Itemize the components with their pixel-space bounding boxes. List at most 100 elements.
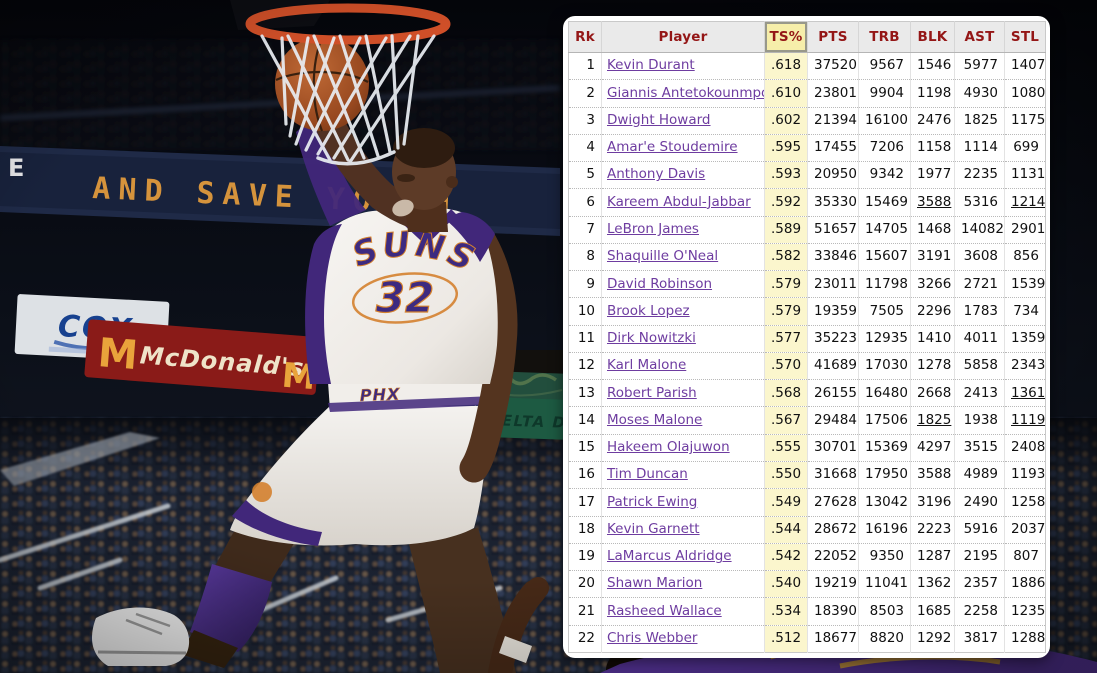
cell-stl: 1193 [1005,461,1046,488]
table-row: 17Patrick Ewing.549276281304231962490125… [569,489,1046,516]
cell-trb: 8503 [859,598,911,625]
player-link[interactable]: Karl Malone [607,357,686,373]
cell-blk: 3266 [911,271,955,298]
cell-stl: 1407 [1005,53,1046,80]
col-header-ts[interactable]: TS% [765,22,808,53]
cell-player: Robert Parish [602,380,765,407]
table-row: 12Karl Malone.5704168917030127858582343 [569,352,1046,379]
player-link[interactable]: Patrick Ewing [607,494,697,510]
cell-blk: 1977 [911,162,955,189]
cell-pts: 17455 [808,134,859,161]
cell-stl: 1119 [1005,407,1046,434]
table-row: 18Kevin Garnett.544286721619622235916203… [569,516,1046,543]
cell-ast: 2413 [955,380,1005,407]
player-link[interactable]: Dirk Nowitzki [607,330,696,346]
cell-ts: .567 [765,407,808,434]
cell-ts: .592 [765,189,808,216]
cell-ts: .568 [765,380,808,407]
cell-player: Rasheed Wallace [602,598,765,625]
cell-rk: 7 [569,216,602,243]
stats-table-body: 1Kevin Durant.6183752095671546597714072G… [569,53,1046,653]
cell-blk: 2668 [911,380,955,407]
cell-blk: 3196 [911,489,955,516]
cell-rk: 12 [569,352,602,379]
player-link[interactable]: Hakeem Olajuwon [607,439,730,455]
cell-pts: 19219 [808,571,859,598]
cell-rk: 1 [569,53,602,80]
player-link[interactable]: Moses Malone [607,412,702,428]
cell-stl: 734 [1005,298,1046,325]
cell-ast: 1825 [955,107,1005,134]
player-link[interactable]: LaMarcus Aldridge [607,548,732,564]
cell-player: Karl Malone [602,352,765,379]
cell-rk: 17 [569,489,602,516]
cell-stl: 1361 [1005,380,1046,407]
player-link[interactable]: Robert Parish [607,385,697,401]
player-link[interactable]: Amar'e Stoudemire [607,139,738,155]
table-row: 19LaMarcus Aldridge.54222052935012872195… [569,543,1046,570]
col-header-pts[interactable]: PTS [808,22,859,53]
cell-trb: 13042 [859,489,911,516]
cell-ast: 1114 [955,134,1005,161]
cell-ast: 2195 [955,543,1005,570]
cell-pts: 37520 [808,53,859,80]
col-header-rk[interactable]: Rk [569,22,602,53]
cell-stl: 1214 [1005,189,1046,216]
player-link[interactable]: Kevin Durant [607,57,695,73]
cell-player: Amar'e Stoudemire [602,134,765,161]
cell-trb: 9350 [859,543,911,570]
cell-ts: .593 [765,162,808,189]
cell-pts: 22052 [808,543,859,570]
player-link[interactable]: LeBron James [607,221,699,237]
col-header-blk[interactable]: BLK [911,22,955,53]
cell-trb: 16480 [859,380,911,407]
cell-blk: 3191 [911,243,955,270]
player-link[interactable]: Shaquille O'Neal [607,248,718,264]
table-row: 11Dirk Nowitzki.577352231293514104011135… [569,325,1046,352]
cell-player: Dwight Howard [602,107,765,134]
cell-stl: 1235 [1005,598,1046,625]
player-link[interactable]: Rasheed Wallace [607,603,722,619]
cell-rk: 8 [569,243,602,270]
cell-rk: 22 [569,625,602,652]
cell-rk: 10 [569,298,602,325]
cell-ast: 2721 [955,271,1005,298]
player-link[interactable]: Shawn Marion [607,575,702,591]
cell-player: Dirk Nowitzki [602,325,765,352]
player-link[interactable]: Kevin Garnett [607,521,700,537]
cell-rk: 4 [569,134,602,161]
player-link[interactable]: Brook Lopez [607,303,690,319]
table-row: 15Hakeem Olajuwon.5553070115369429735152… [569,434,1046,461]
cell-pts: 23011 [808,271,859,298]
cell-rk: 5 [569,162,602,189]
player-link[interactable]: Dwight Howard [607,112,711,128]
cell-ts: .540 [765,571,808,598]
player-link[interactable]: Chris Webber [607,630,697,646]
cell-player: Moses Malone [602,407,765,434]
cell-trb: 15607 [859,243,911,270]
cell-stl: 807 [1005,543,1046,570]
player-link[interactable]: David Robinson [607,276,712,292]
cell-player: Kevin Durant [602,53,765,80]
col-header-ast[interactable]: AST [955,22,1005,53]
cell-stl: 1886 [1005,571,1046,598]
cell-stl: 2343 [1005,352,1046,379]
cell-rk: 15 [569,434,602,461]
col-header-trb[interactable]: TRB [859,22,911,53]
cell-blk: 1685 [911,598,955,625]
cell-ast: 1783 [955,298,1005,325]
cell-blk: 1278 [911,352,955,379]
player-link[interactable]: Kareem Abdul-Jabbar [607,194,751,210]
col-header-player[interactable]: Player [602,22,765,53]
player-link[interactable]: Anthony Davis [607,166,705,182]
player-link[interactable]: Giannis Antetokounmpo [607,85,765,101]
cell-ts: .577 [765,325,808,352]
player-link[interactable]: Tim Duncan [607,466,688,482]
cell-ts: .544 [765,516,808,543]
stats-table: Rk Player TS% PTS TRB BLK AST STL 1 Kevin… [568,21,1046,653]
col-header-stl[interactable]: STL [1005,22,1046,53]
cell-trb: 9342 [859,162,911,189]
cell-pts: 18390 [808,598,859,625]
cell-pts: 28672 [808,516,859,543]
cell-player: Giannis Antetokounmpo [602,80,765,107]
